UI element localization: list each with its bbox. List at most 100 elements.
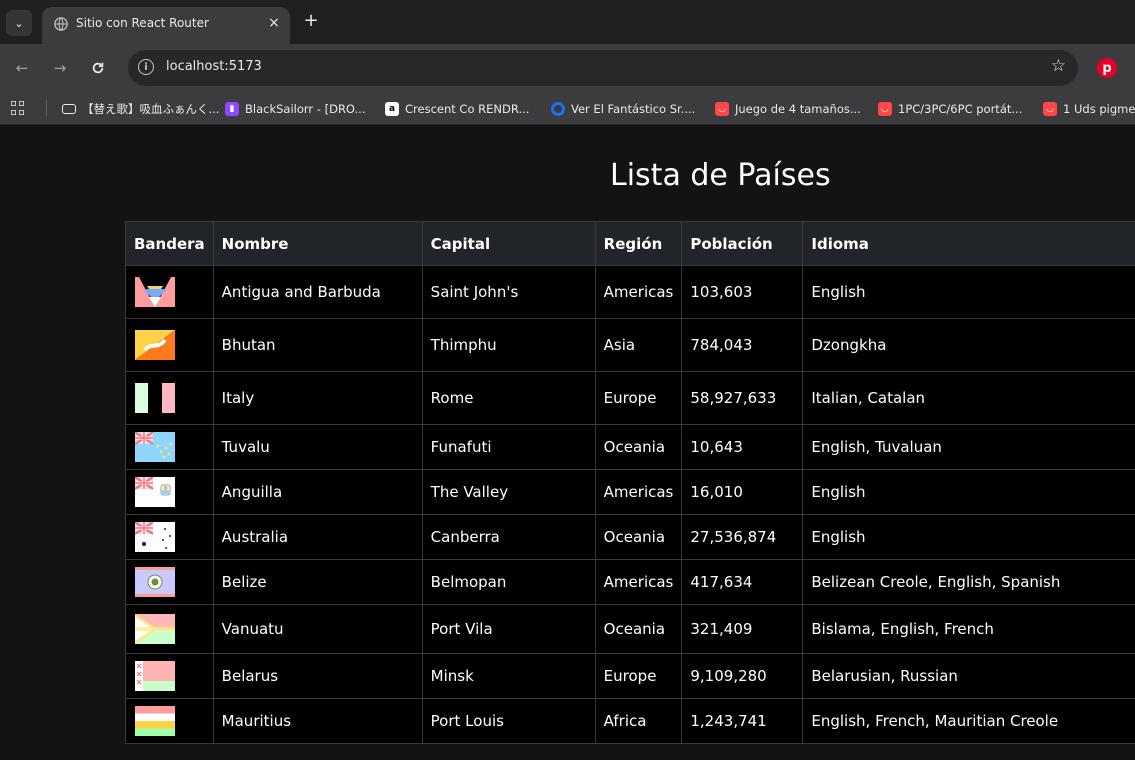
aliexpress-icon: ◡ [1043,101,1057,116]
bookmark-label: Juego de 4 tamaños... [735,101,861,116]
belize-flag [135,567,175,597]
region-cell: Americas [594,559,683,605]
population-cell: 417,634 [681,559,804,605]
language-cell: Bislama, English, French [802,604,1135,654]
table-row: Mauritius Port Louis Africa 1,243,741 Englis… [125,698,1135,744]
language-cell: English [802,514,1135,560]
tab-search-button[interactable]: ⌄ [6,10,32,36]
bookmark-item[interactable]: ▮ BlackSailorr - [DRO... [225,100,366,117]
twitch-icon: ▮ [225,101,239,116]
table-row: Vanuatu Port Vila Oceania 321,409 Bislama, E… [125,604,1135,654]
country-name: Australia [212,514,423,560]
population-cell: 321,409 [681,604,804,654]
new-tab-button[interactable]: + [300,9,322,31]
back-button[interactable]: ← [10,56,34,80]
flag-cell [125,559,214,605]
bookmark-label: BlackSailorr - [DRO... [245,101,366,116]
aliexpress-icon: ◡ [878,101,892,116]
site-info-icon[interactable]: i [138,59,154,75]
region-cell: Oceania [594,604,683,654]
table-row: Tuvalu Funafuti Oceania 10,643 English, Tuva… [125,424,1135,470]
arrow-right-icon: → [53,59,67,77]
flag-cell [125,424,214,470]
bookmark-item[interactable]: 【替え歌】吸血ふぁんく... [62,100,219,117]
region-cell: Americas [594,469,683,515]
chevron-down-icon: ⌄ [14,16,24,30]
flag-cell [125,371,214,425]
language-cell: English [802,265,1135,319]
bookmark-star-icon[interactable]: ☆ [1051,56,1066,76]
language-cell: Belarusian, Russian [802,653,1135,699]
region-cell: Oceania [594,514,683,560]
population-cell: 1,243,741 [681,698,804,744]
column-header: Idioma [802,221,1135,266]
population-cell: 10,643 [681,424,804,470]
bookmark-item[interactable]: Ver El Fantástico Sr.... [551,100,695,117]
globe-icon [54,17,68,31]
reload-icon [92,62,104,74]
capital-cell: Canberra [421,514,596,560]
flag-cell [125,265,214,319]
population-cell: 784,043 [681,318,804,372]
video-icon [62,103,76,114]
population-cell: 16,010 [681,469,804,515]
region-cell: Europe [594,371,683,425]
language-cell: Belizean Creole, English, Spanish [802,559,1135,605]
table-row: Belarus Minsk Europe 9,109,280 Belarusian, R… [125,653,1135,699]
tuvalu-flag [135,432,175,462]
australia-flag [135,522,175,552]
capital-cell: Minsk [421,653,596,699]
capital-cell: The Valley [421,469,596,515]
language-cell: Dzongkha [802,318,1135,372]
region-cell: Oceania [594,424,683,470]
tab-strip: ⌄ Sitio con React Router × + [0,0,1135,44]
capital-cell: Saint John's [421,265,596,319]
country-name: Bhutan [212,318,423,372]
bookmark-label: 1PC/3PC/6PC portát... [898,101,1023,116]
bookmark-label: 【替え歌】吸血ふぁんく... [82,101,220,116]
page-title: Lista de Países [610,158,831,193]
tab-title: Sitio con React Router [76,16,209,30]
mauritius-flag [135,706,175,736]
bookmark-item[interactable]: ◡ Juego de 4 tamaños... [715,100,861,117]
bookmark-item[interactable]: ◡ 1 Uds pigme [1043,100,1135,117]
table-row: Anguilla The Valley Americas 16,010 English [125,469,1135,515]
forward-button[interactable]: → [48,56,72,80]
country-name: Italy [212,371,423,425]
bookmark-item[interactable]: a Crescent Co RENDR... [385,100,529,117]
bhutan-flag [135,330,175,360]
reload-button[interactable] [86,56,110,80]
table-row: Bhutan Thimphu Asia 784,043 Dzongkha [125,318,1135,372]
aliexpress-icon: ◡ [715,101,729,116]
active-tab[interactable]: Sitio con React Router × [42,7,290,44]
language-cell: English [802,469,1135,515]
bookmark-label: Ver El Fantástico Sr.... [571,101,696,116]
flag-cell [125,604,214,654]
browser-toolbar: ← → i localhost:5173 ☆ p [0,44,1135,92]
column-header: Población [681,221,804,266]
pinterest-extension-icon[interactable]: p [1097,58,1117,78]
population-cell: 9,109,280 [681,653,804,699]
column-header: Capital [421,221,596,266]
country-name: Antigua and Barbuda [212,265,423,319]
language-cell: Italian, Catalan [802,371,1135,425]
tab-close-button[interactable]: × [264,13,284,33]
flag-cell [125,653,214,699]
capital-cell: Belmopan [421,559,596,605]
capital-cell: Rome [421,371,596,425]
bookmark-label: Crescent Co RENDR... [405,101,530,116]
countries-table: Bandera Nombre Capital Región Población … [125,221,1135,744]
antigua-and-barbuda-flag [135,277,175,307]
country-name: Mauritius [212,698,423,744]
country-name: Belarus [212,653,423,699]
apps-grid-icon[interactable] [11,101,25,115]
arrow-left-icon: ← [15,59,29,77]
address-bar[interactable]: i localhost:5173 ☆ [128,50,1078,86]
region-cell: Asia [594,318,683,372]
anguilla-flag [135,477,175,507]
region-cell: Europe [594,653,683,699]
capital-cell: Thimphu [421,318,596,372]
table-row: Australia Canberra Oceania 27,536,874 Englis… [125,514,1135,560]
bookmark-item[interactable]: ◡ 1PC/3PC/6PC portát... [878,100,1022,117]
url-text: localhost:5173 [166,59,262,74]
